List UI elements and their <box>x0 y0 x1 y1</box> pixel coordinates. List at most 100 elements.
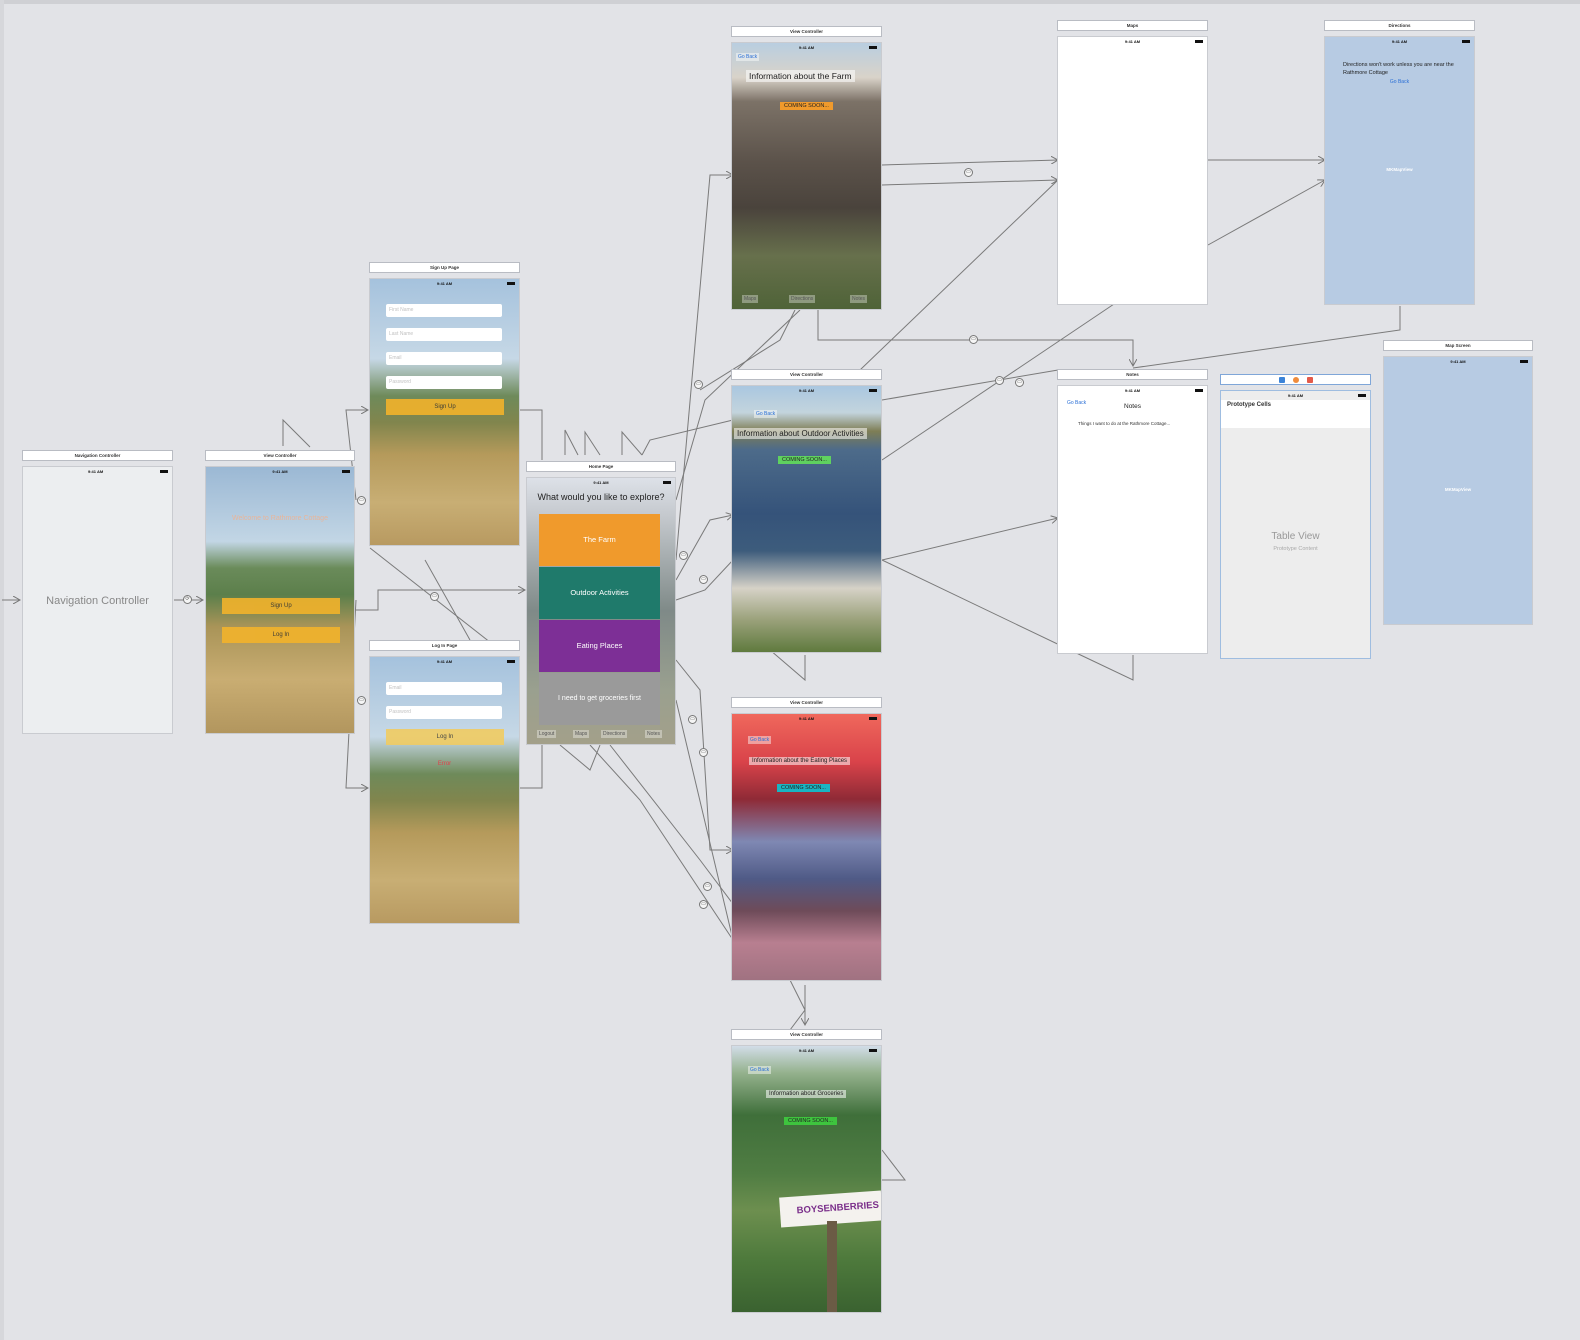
segue-icon[interactable]: ▭ <box>688 715 697 724</box>
signup-submit-button[interactable]: Sign Up <box>386 399 504 415</box>
scene-title[interactable]: View Controller <box>731 1029 882 1040</box>
battery-icon <box>869 717 877 720</box>
status-time: 9:41 AM <box>272 469 288 474</box>
status-time: 9:41 AM <box>798 45 815 50</box>
segue-icon[interactable]: ▭ <box>357 496 366 505</box>
scene-navigation-controller[interactable]: Navigation Controller 9:41 AM Navigation… <box>22 450 173 734</box>
scene-groceries[interactable]: View Controller 9:41 AM Go Back Informat… <box>731 1029 882 1313</box>
maps-tab[interactable]: Maps <box>742 295 759 303</box>
screen: 9:41 AM Prototype Cells Table View Proto… <box>1220 390 1371 659</box>
login-button[interactable]: Log In <box>222 627 340 643</box>
go-back-button[interactable]: Go Back <box>754 410 778 418</box>
groceries-heading: Information about Groceries <box>766 1090 847 1098</box>
segue-icon[interactable]: ▭ <box>1015 378 1024 387</box>
eating-heading: Information about the Eating Places <box>749 757 851 765</box>
view-controller-icon[interactable] <box>1278 376 1285 383</box>
scene-welcome[interactable]: View Controller 9:41 AM Welcome to Rathm… <box>205 450 355 734</box>
scene-maps[interactable]: Maps 9:41 AM <box>1057 20 1208 305</box>
battery-icon <box>1520 360 1528 363</box>
directions-tab[interactable]: Directions <box>601 730 628 738</box>
outdoor-activities-button[interactable]: Outdoor Activities <box>539 567 660 619</box>
segue-icon[interactable]: ▭ <box>699 575 708 584</box>
eating-places-button[interactable]: Eating Places <box>539 620 660 672</box>
screen: 9:41 AM MKMapView <box>1383 356 1533 625</box>
scene-signup[interactable]: Sign Up Page 9:41 AM First Name Last Nam… <box>369 262 520 546</box>
go-back-button[interactable]: Go Back <box>1325 79 1474 85</box>
segue-icon[interactable]: ⟳ <box>183 595 192 604</box>
error-label: Error <box>437 761 452 767</box>
notes-tab[interactable]: Notes <box>645 730 663 738</box>
scene-title[interactable]: Navigation Controller <box>22 450 173 461</box>
scene-title[interactable]: Home Page <box>526 461 676 472</box>
segue-icon[interactable]: ▭ <box>699 900 708 909</box>
screen: 9:41 AM What would you like to explore? … <box>526 477 676 745</box>
groceries-button[interactable]: I need to get groceries first <box>539 673 660 725</box>
battery-icon <box>1195 389 1203 392</box>
notes-heading: Notes <box>1124 403 1141 410</box>
segue-icon[interactable]: ▭ <box>995 376 1004 385</box>
directions-tab[interactable]: Directions <box>789 295 816 303</box>
scene-outdoor[interactable]: View Controller 9:41 AM Go Back Informat… <box>731 369 882 653</box>
scene-eating[interactable]: View Controller 9:41 AM Go Back Informat… <box>731 697 882 981</box>
signup-button[interactable]: Sign Up <box>222 598 340 614</box>
scene-title[interactable]: Notes <box>1057 369 1208 380</box>
password-field[interactable]: Password <box>386 376 502 389</box>
the-farm-button[interactable]: The Farm <box>539 514 660 566</box>
battery-icon <box>869 46 877 49</box>
scene-table-view[interactable]: 9:41 AM Prototype Cells Table View Proto… <box>1220 374 1371 659</box>
login-submit-button[interactable]: Log In <box>386 729 504 745</box>
scene-map-screen[interactable]: Map Screen 9:41 AM MKMapView <box>1383 340 1533 625</box>
coming-soon-label: COMING SOON... <box>780 102 833 110</box>
screen: 9:41 AM Go Back Information about the Ea… <box>731 713 882 981</box>
go-back-button[interactable]: Go Back <box>748 736 772 744</box>
segue-icon[interactable]: ▭ <box>694 380 703 389</box>
segue-icon[interactable]: ▭ <box>357 696 366 705</box>
battery-icon <box>1462 40 1470 43</box>
last-name-field[interactable]: Last Name <box>386 328 502 341</box>
go-back-button[interactable]: Go Back <box>748 1066 772 1074</box>
scene-title[interactable]: Log In Page <box>369 640 520 651</box>
first-name-field[interactable]: First Name <box>386 304 502 317</box>
first-responder-icon[interactable] <box>1292 376 1299 383</box>
password-field[interactable]: Password <box>386 706 502 719</box>
battery-icon <box>869 1049 877 1052</box>
scene-home[interactable]: Home Page 9:41 AM What would you like to… <box>526 461 676 745</box>
status-time: 9:41 AM <box>436 281 453 286</box>
coming-soon-label: COMING SOON... <box>784 1117 837 1125</box>
segue-icon[interactable]: ▭ <box>699 748 708 757</box>
scene-directions[interactable]: Directions 9:41 AM Directions won't work… <box>1324 20 1475 305</box>
segue-icon[interactable]: ▭ <box>969 335 978 344</box>
go-back-button[interactable]: Go Back <box>736 53 760 61</box>
screen: 9:41 AM Navigation Controller <box>22 466 173 734</box>
scene-title[interactable]: Map Screen <box>1383 340 1533 351</box>
scene-login[interactable]: Log In Page 9:41 AM Email Password Log I… <box>369 640 520 924</box>
exit-icon[interactable] <box>1306 376 1313 383</box>
scene-title[interactable]: View Controller <box>731 369 882 380</box>
segue-icon[interactable]: ▭ <box>703 882 712 891</box>
segue-icon[interactable]: ▭ <box>430 592 439 601</box>
screen: 9:41 AM <box>1057 36 1208 305</box>
canvas-top-edge <box>0 0 1580 4</box>
scene-title[interactable]: View Controller <box>205 450 355 461</box>
scene-dock[interactable] <box>1220 374 1371 385</box>
scene-title[interactable]: Directions <box>1324 20 1475 31</box>
home-toolbar: Logout Maps Directions Notes <box>527 730 675 740</box>
scene-title[interactable]: Sign Up Page <box>369 262 520 273</box>
email-field[interactable]: Email <box>386 682 502 695</box>
notes-textview[interactable]: Things I want to do at the Rathmore Cott… <box>1078 421 1178 427</box>
scene-title[interactable]: Maps <box>1057 20 1208 31</box>
notes-tab[interactable]: Notes <box>850 295 868 303</box>
segue-icon[interactable]: ▭ <box>679 551 688 560</box>
logout-tab[interactable]: Logout <box>537 730 557 738</box>
scene-title[interactable]: View Controller <box>731 697 882 708</box>
battery-icon <box>1358 394 1366 397</box>
scene-farm[interactable]: View Controller 9:41 AM Go Back Informat… <box>731 26 882 310</box>
scene-notes[interactable]: Notes 9:41 AM Go Back Notes Things I wan… <box>1057 369 1208 654</box>
maps-tab[interactable]: Maps <box>573 730 590 738</box>
segue-icon[interactable]: ▭ <box>964 168 973 177</box>
email-field[interactable]: Email <box>386 352 502 365</box>
scene-title[interactable]: View Controller <box>731 26 882 37</box>
battery-icon <box>663 481 671 484</box>
outdoor-heading: Information about Outdoor Activities <box>734 428 867 439</box>
prototype-cells-label: Prototype Cells <box>1227 402 1272 408</box>
